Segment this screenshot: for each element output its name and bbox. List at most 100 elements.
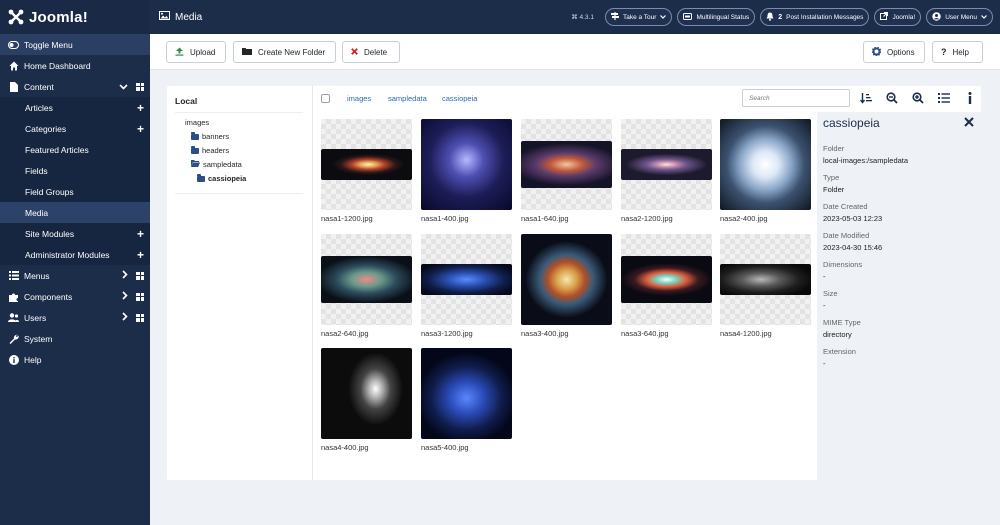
list-view-icon[interactable]	[937, 90, 951, 106]
joomla-site-link[interactable]: Joomla!	[874, 8, 922, 26]
dashboard-grid-icon[interactable]	[136, 82, 144, 91]
sidebar-item-home-dashboard[interactable]: Home Dashboard	[0, 55, 150, 76]
page-title: Media	[150, 11, 202, 23]
info-key: Dimensions	[823, 260, 863, 269]
sidebar-item-help[interactable]: Help	[0, 349, 150, 370]
browser-tools: Search	[742, 86, 982, 110]
zoom-out-icon[interactable]	[885, 90, 899, 106]
file-tile[interactable]: nasa3-400.jpg	[521, 234, 612, 338]
file-tile[interactable]: nasa4-400.jpg	[321, 348, 412, 452]
plus-icon[interactable]: +	[137, 123, 144, 135]
sort-icon[interactable]	[859, 90, 873, 106]
file-tile[interactable]: nasa1-400.jpg	[421, 119, 512, 223]
upload-label: Upload	[190, 47, 216, 57]
thumbnail	[621, 234, 712, 325]
sidebar-item-label: Articles	[25, 102, 53, 113]
info-key: Date Created	[823, 202, 868, 211]
page-title-text: Media	[175, 11, 203, 23]
close-icon[interactable]	[964, 114, 974, 130]
dashboard-grid-icon[interactable]	[136, 292, 144, 301]
tree-node-headers[interactable]: headers	[191, 145, 229, 155]
plus-icon[interactable]: +	[137, 228, 144, 240]
image-icon	[159, 11, 170, 23]
thumbnail	[521, 234, 612, 325]
create-new-folder-button[interactable]: Create New Folder	[233, 41, 336, 63]
file-tile[interactable]: nasa1-1200.jpg	[321, 119, 412, 223]
file-name: nasa2-1200.jpg	[621, 214, 673, 223]
post-installation-messages-button[interactable]: 2 Post Installation Messages	[760, 8, 870, 26]
file-tile[interactable]: nasa2-400.jpg	[720, 119, 811, 223]
sidebar-item-categories[interactable]: Categories +	[0, 118, 150, 139]
chevron-right-icon[interactable]	[122, 312, 128, 323]
external-link-icon	[880, 12, 889, 22]
file-tile[interactable]: nasa2-640.jpg	[321, 234, 412, 338]
tree-node-banners[interactable]: banners	[191, 131, 229, 141]
zoom-in-icon[interactable]	[911, 90, 925, 106]
file-name: nasa1-1200.jpg	[321, 214, 373, 223]
plus-icon[interactable]: +	[137, 102, 144, 114]
sidebar-item-components[interactable]: Components	[0, 286, 150, 307]
tree-node-images[interactable]: images	[185, 118, 209, 127]
sidebar-item-system[interactable]: System	[0, 328, 150, 349]
info-icon[interactable]	[963, 90, 977, 106]
file-tile[interactable]: nasa5-400.jpg	[421, 348, 512, 452]
wrench-icon	[8, 333, 19, 344]
file-tile[interactable]: nasa1-640.jpg	[521, 119, 612, 223]
breadcrumb-sampledata[interactable]: sampledata	[388, 94, 427, 103]
file-tile[interactable]: nasa2-1200.jpg	[621, 119, 712, 223]
sidebar-item-media[interactable]: Media	[0, 202, 150, 223]
thumbnail	[421, 234, 512, 325]
info-key: MIME Type	[823, 318, 861, 327]
options-button[interactable]: Options	[863, 41, 925, 63]
chevron-down-icon[interactable]	[119, 82, 128, 92]
user-circle-icon	[932, 11, 941, 23]
thumbnail	[621, 119, 712, 210]
sidebar-item-administrator-modules[interactable]: Administrator Modules +	[0, 244, 150, 265]
select-all-checkbox[interactable]	[321, 94, 330, 103]
tree-node-cassiopeia[interactable]: cassiopeia	[197, 173, 246, 183]
sidebar-item-site-modules[interactable]: Site Modules +	[0, 223, 150, 244]
info-value: 2023-04-30 15:46	[823, 243, 883, 252]
chevron-right-icon[interactable]	[122, 270, 128, 281]
plus-icon[interactable]: +	[137, 249, 144, 261]
toolbar: Upload Create New Folder Delete Options …	[150, 34, 1000, 70]
breadcrumb-images[interactable]: images	[347, 94, 371, 103]
file-tile[interactable]: nasa3-640.jpg	[621, 234, 712, 338]
file-tile[interactable]: nasa3-1200.jpg	[421, 234, 512, 338]
logo-text: Joomla!	[29, 8, 88, 26]
breadcrumb-cassiopeia[interactable]: cassiopeia	[442, 94, 477, 103]
take-tour-button[interactable]: Take a Tour	[604, 8, 673, 26]
create-new-folder-label: Create New Folder	[258, 47, 326, 57]
tree-node-sampledata[interactable]: sampledata	[191, 160, 242, 169]
thumbnail	[421, 348, 512, 439]
sidebar-item-fields[interactable]: Fields	[0, 160, 150, 181]
sidebar-item-users[interactable]: Users	[0, 307, 150, 328]
delete-button[interactable]: Delete	[342, 41, 400, 63]
user-menu-button[interactable]: User Menu	[926, 8, 993, 26]
signpost-icon	[610, 12, 619, 22]
help-button[interactable]: ? Help	[932, 41, 983, 63]
file-tile[interactable]: nasa4-1200.jpg	[720, 234, 811, 338]
upload-button[interactable]: Upload	[166, 41, 226, 63]
galaxy-image	[621, 149, 712, 180]
sidebar-item-featured-articles[interactable]: Featured Articles	[0, 139, 150, 160]
version-label: ⌘ 4.3.1	[571, 14, 594, 21]
search-input[interactable]: Search	[742, 89, 850, 107]
joomla-logo[interactable]: Joomla!	[0, 0, 150, 34]
sidebar-item-field-groups[interactable]: Field Groups	[0, 181, 150, 202]
chevron-down-icon	[660, 14, 667, 21]
dashboard-grid-icon[interactable]	[136, 271, 144, 280]
info-value: -	[823, 301, 826, 310]
galaxy-image	[321, 348, 412, 439]
multilingual-status-button[interactable]: Multilingual Status	[677, 8, 756, 26]
chevron-right-icon[interactable]	[122, 291, 128, 302]
folder-icon	[191, 145, 199, 154]
dashboard-grid-icon[interactable]	[136, 313, 144, 322]
sidebar-item-content[interactable]: Content	[0, 76, 150, 97]
info-panel-title: cassiopeia	[823, 116, 880, 130]
info-value: directory	[823, 330, 852, 339]
sidebar-item-menus[interactable]: Menus	[0, 265, 150, 286]
galaxy-cluster-image	[421, 348, 512, 439]
sidebar-item-articles[interactable]: Articles +	[0, 97, 150, 118]
toggle-menu[interactable]: Toggle Menu	[0, 34, 150, 55]
